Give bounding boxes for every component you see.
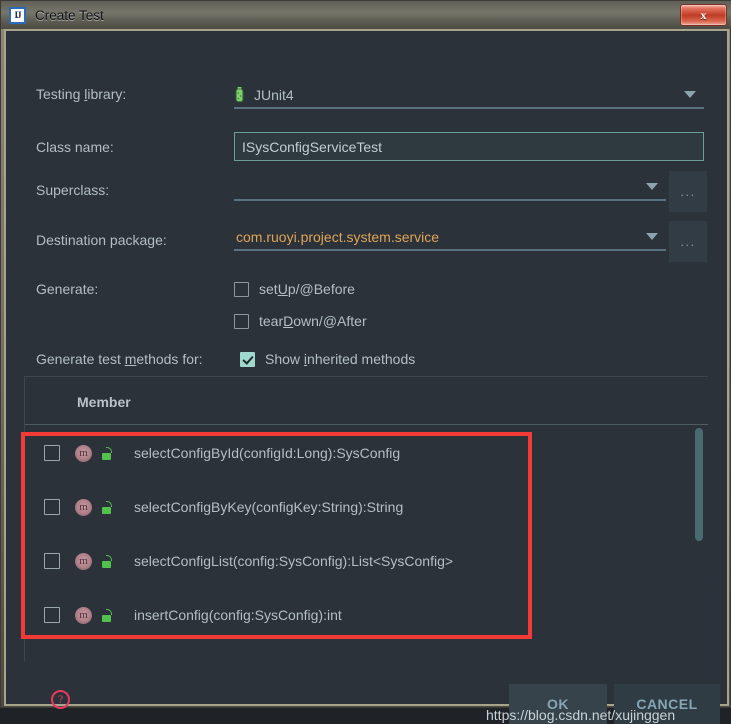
member-table-header: Member [25, 377, 708, 425]
field-row-testing-library: Testing library: JUnit4 [6, 82, 727, 128]
class-name-label: Class name: [36, 139, 114, 155]
row-checkbox[interactable] [44, 553, 60, 569]
field-row-superclass: Superclass: [6, 174, 727, 224]
ellipsis-icon: ... [680, 183, 696, 199]
field-row-destination-package: Destination package: com.ruoyi.project.s… [6, 224, 727, 274]
checkbox-show-inherited-methods[interactable]: Show inherited methods [240, 351, 415, 367]
window-title: Create Test [35, 7, 104, 23]
destination-package-browse-button[interactable]: ... [669, 221, 707, 262]
method-icon [75, 552, 92, 570]
public-unlock-icon [101, 608, 113, 622]
create-test-dialog: Testing library: JUnit4 Class name: ISys… [6, 31, 727, 724]
checkbox-box[interactable] [240, 351, 255, 367]
method-signature: selectConfigList(config:SysConfig):List<… [134, 553, 454, 569]
generate-label: Generate: [36, 281, 99, 297]
method-icon [75, 606, 92, 624]
chevron-down-icon [646, 183, 658, 190]
method-signature: selectConfigByKey(configKey:String):Stri… [134, 499, 404, 515]
checkbox-label: Show inherited methods [265, 351, 416, 367]
testing-library-combo[interactable]: JUnit4 [234, 82, 704, 109]
member-table: Member selectConfigById(configId:Long):S… [24, 376, 708, 661]
checkbox-label: setUp/@Before [259, 281, 355, 297]
superclass-label: Superclass: [36, 182, 110, 198]
checkbox-setup-before[interactable]: setUp/@Before [234, 281, 355, 297]
checkbox-box[interactable] [234, 281, 249, 297]
chevron-down-icon [684, 91, 696, 98]
public-unlock-icon [101, 554, 113, 568]
test-tube-icon [235, 87, 244, 103]
row-checkbox[interactable] [44, 499, 60, 515]
watermark-text: https://blog.csdn.net/xujinggen [486, 707, 676, 723]
destination-package-combo[interactable]: com.ruoyi.project.system.service [234, 224, 666, 251]
table-row[interactable]: insertConfig(config:SysConfig):int [25, 588, 708, 642]
chevron-down-icon [646, 233, 658, 240]
intellij-idea-icon: IJ [9, 6, 26, 24]
dialog-frame: Testing library: JUnit4 Class name: ISys… [4, 29, 729, 724]
table-row[interactable]: selectConfigById(configId:Long):SysConfi… [25, 426, 708, 480]
superclass-combo[interactable] [234, 174, 666, 201]
window-titlebar: IJ Create Test x [1, 1, 731, 29]
class-name-input[interactable] [234, 132, 704, 161]
create-test-window: IJ Create Test x Testing library: JUnit4… [0, 0, 731, 724]
superclass-browse-button[interactable]: ... [669, 171, 707, 212]
column-header-member: Member [77, 394, 131, 410]
close-icon[interactable]: x [680, 4, 727, 26]
destination-package-value: com.ruoyi.project.system.service [236, 228, 440, 245]
checkbox-label: tearDown/@After [259, 313, 367, 329]
public-unlock-icon [101, 500, 113, 514]
method-signature: insertConfig(config:SysConfig):int [134, 607, 342, 623]
generate-test-methods-label: Generate test methods for: [36, 351, 203, 367]
public-unlock-icon [101, 446, 113, 460]
table-row[interactable]: selectConfigList(config:SysConfig):List<… [25, 534, 708, 588]
member-list-scrollbar-thumb[interactable] [695, 428, 703, 541]
method-icon [75, 444, 92, 462]
row-checkbox[interactable] [44, 445, 60, 461]
help-icon[interactable]: ? [51, 690, 70, 709]
testing-library-value: JUnit4 [254, 86, 294, 103]
destination-package-label: Destination package: [36, 232, 167, 248]
ellipsis-icon: ... [680, 233, 696, 249]
table-row[interactable]: selectConfigByKey(configKey:String):Stri… [25, 480, 708, 534]
method-icon [75, 498, 92, 516]
testing-library-label: Testing library: [36, 86, 127, 102]
checkbox-teardown-after[interactable]: tearDown/@After [234, 313, 367, 329]
checkbox-box[interactable] [234, 313, 249, 329]
member-table-body[interactable]: selectConfigById(configId:Long):SysConfi… [25, 426, 708, 661]
method-signature: selectConfigById(configId:Long):SysConfi… [134, 445, 401, 461]
row-checkbox[interactable] [44, 607, 60, 623]
